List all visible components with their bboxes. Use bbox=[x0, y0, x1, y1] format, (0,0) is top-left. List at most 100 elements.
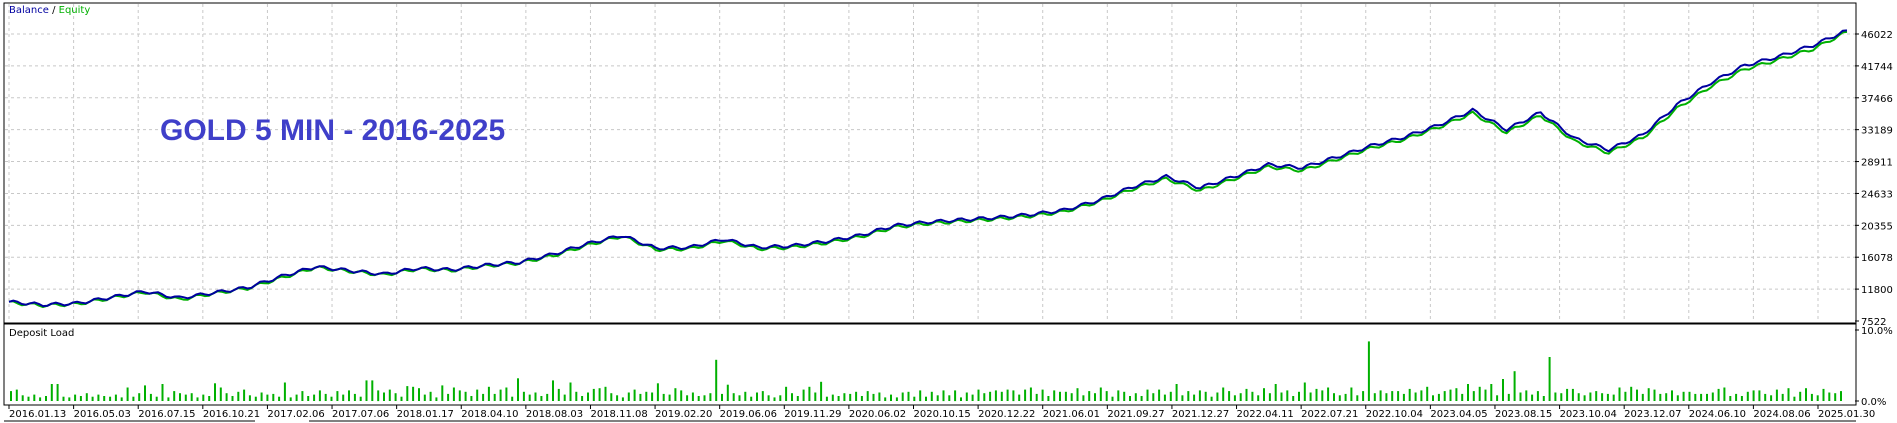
deposit-load-bar bbox=[1688, 391, 1691, 401]
deposit-load-bar bbox=[1577, 393, 1580, 401]
deposit-load-bar bbox=[476, 389, 479, 401]
deposit-load-bar bbox=[552, 380, 554, 401]
deposit-load-bar bbox=[1531, 394, 1534, 401]
deposit-load-bar bbox=[1408, 388, 1411, 401]
deposit-load-bar bbox=[482, 393, 485, 401]
deposit-load-bar bbox=[85, 393, 88, 401]
deposit-load-bar bbox=[1321, 390, 1324, 402]
deposit-load-bar bbox=[1665, 393, 1668, 401]
deposit-load-bar bbox=[557, 388, 560, 401]
deposit-load-bar bbox=[1041, 389, 1044, 401]
deposit-load-bar bbox=[1671, 390, 1673, 402]
deposit-load-bar bbox=[324, 393, 327, 401]
deposit-load-bar bbox=[225, 393, 228, 401]
deposit-load-bar bbox=[27, 396, 30, 401]
deposit-load-bar bbox=[1536, 391, 1539, 401]
deposit-load-bar bbox=[621, 397, 624, 401]
y-tick-label: 33189 bbox=[1861, 126, 1893, 137]
y-tick-label: 24633 bbox=[1861, 189, 1893, 200]
deposit-load-bar bbox=[1298, 391, 1300, 401]
deposit-load-bar bbox=[779, 395, 782, 401]
deposit-load-bar bbox=[1717, 388, 1720, 401]
deposit-load-bar bbox=[1496, 395, 1499, 401]
deposit-load-bar bbox=[423, 394, 426, 401]
deposit-load-bar bbox=[1461, 393, 1464, 401]
deposit-load-bar bbox=[1455, 388, 1458, 401]
deposit-load-bar bbox=[1746, 391, 1749, 401]
deposit-load-bar bbox=[802, 389, 805, 401]
deposit-load-bar bbox=[1204, 391, 1207, 401]
deposit-load-bar bbox=[452, 387, 455, 401]
deposit-load-bar bbox=[365, 380, 368, 401]
deposit-load-bar bbox=[1012, 390, 1015, 402]
deposit-load-bar bbox=[511, 396, 514, 401]
deposit-load-bar bbox=[1624, 391, 1627, 401]
legend-separator: / bbox=[49, 5, 59, 16]
deposit-load-bar bbox=[1676, 395, 1679, 401]
deposit-load-bar bbox=[1280, 392, 1283, 401]
deposit-load-bar bbox=[1606, 393, 1609, 401]
deposit-load-bar bbox=[1571, 388, 1574, 401]
deposit-load-bar bbox=[936, 395, 939, 401]
sub-y-tick-label: 0.0% bbox=[1861, 397, 1886, 408]
deposit-load-bar bbox=[913, 396, 916, 401]
deposit-load-bar bbox=[1793, 396, 1796, 401]
deposit-load-bar bbox=[587, 392, 589, 401]
deposit-load-bar bbox=[656, 383, 659, 402]
deposit-load-bar bbox=[1006, 389, 1009, 401]
deposit-load-bar bbox=[313, 394, 316, 401]
deposit-load-bar bbox=[831, 394, 834, 401]
deposit-load-bar bbox=[254, 396, 257, 401]
deposit-load-bar bbox=[1105, 391, 1108, 401]
deposit-load-bar bbox=[686, 395, 689, 401]
x-tick-label: 2016.05.03 bbox=[74, 409, 131, 420]
x-tick-label: 2023.04.05 bbox=[1430, 409, 1487, 420]
deposit-load-bar bbox=[814, 392, 817, 401]
deposit-load-bar bbox=[1111, 396, 1114, 401]
deposit-load-bar bbox=[1694, 393, 1697, 401]
deposit-load-bar bbox=[890, 394, 892, 401]
deposit-load-bar bbox=[103, 396, 106, 401]
deposit-load-bar bbox=[371, 380, 374, 401]
deposit-load-bar bbox=[1338, 395, 1341, 401]
deposit-load-bar bbox=[843, 393, 846, 401]
deposit-load-bar bbox=[1181, 395, 1184, 401]
deposit-load-bar bbox=[878, 392, 881, 401]
deposit-load-bar bbox=[1274, 384, 1277, 401]
deposit-load-bar bbox=[1420, 390, 1423, 402]
deposit-load-bar bbox=[767, 395, 770, 401]
deposit-load-bar bbox=[715, 359, 718, 401]
deposit-load-bar bbox=[971, 394, 974, 401]
deposit-load-bar bbox=[750, 396, 753, 401]
deposit-load-bar bbox=[785, 386, 788, 401]
deposit-load-bar bbox=[1047, 396, 1050, 401]
deposit-load-bar bbox=[161, 384, 164, 401]
x-tick-label: 2021.12.27 bbox=[1172, 409, 1229, 420]
x-axis: 2016.01.13 2016.05.03 2016.07.15 2016.10.21… bbox=[8, 405, 1875, 420]
deposit-load-bar bbox=[709, 393, 712, 401]
deposit-load-bar bbox=[1309, 392, 1312, 401]
deposit-load-bar bbox=[196, 397, 199, 401]
deposit-load-bar bbox=[517, 378, 519, 401]
deposit-load-bar bbox=[977, 389, 980, 401]
deposit-load-bar bbox=[184, 394, 187, 401]
deposit-load-bar bbox=[1805, 388, 1807, 401]
deposit-load-bar bbox=[1641, 393, 1644, 401]
y-tick-label: 37466 bbox=[1861, 94, 1893, 105]
deposit-load-bar bbox=[377, 390, 380, 402]
deposit-load-bar bbox=[1000, 391, 1003, 401]
deposit-load-bar bbox=[1659, 393, 1662, 401]
legend-balance: Balance bbox=[9, 5, 49, 16]
deposit-load-bar bbox=[394, 393, 397, 401]
deposit-load-bar bbox=[219, 387, 222, 401]
deposit-load-bar bbox=[1146, 389, 1149, 401]
deposit-load-bar bbox=[1700, 393, 1703, 401]
deposit-load-bar bbox=[1612, 394, 1615, 401]
deposit-load-bar bbox=[301, 391, 304, 401]
deposit-load-bar bbox=[703, 395, 706, 401]
deposit-load-bar bbox=[581, 396, 584, 401]
deposit-load-bar bbox=[1198, 390, 1201, 402]
sub-y-tick-label: 10.0% bbox=[1861, 326, 1893, 337]
deposit-load-bar bbox=[458, 390, 461, 402]
deposit-load-bar bbox=[563, 394, 566, 401]
